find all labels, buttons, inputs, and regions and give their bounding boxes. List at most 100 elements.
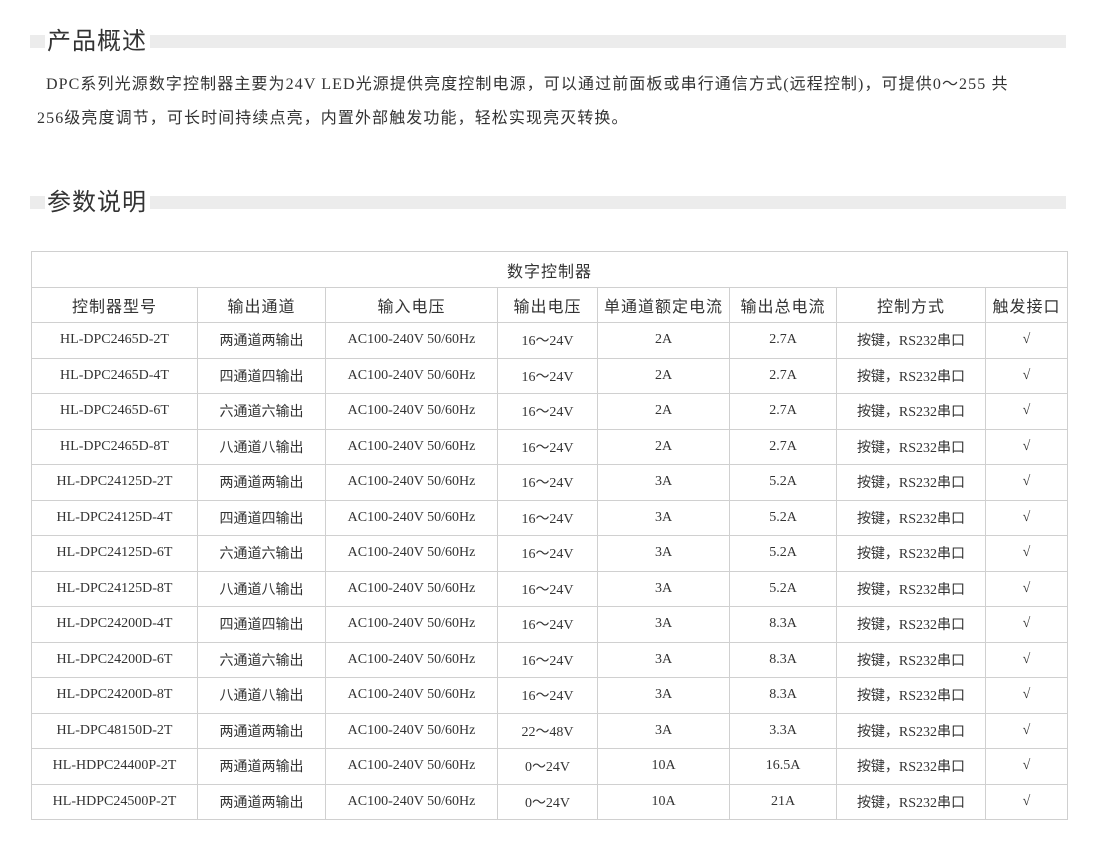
- table-row: HL-DPC2465D-8T 八通道八输出 AC100-240V 50/60Hz 16…: [31, 428, 1069, 465]
- overview-paragraph-line: 256级亮度调节，可长时间持续点亮，内置外部触发功能，轻松实现亮灭转换。: [37, 110, 629, 127]
- cell-control-method: 按键，RS232串口: [836, 748, 986, 785]
- cell-output-voltage: 16～24V: [497, 499, 598, 536]
- cell-output-voltage: 16～24V: [497, 677, 598, 714]
- table-header-row: 控制器型号 输出通道 输入电压 输出电压 单通道额定电流 输出总电流 控制方式 …: [31, 287, 1069, 323]
- cell-output-voltage: 16～24V: [497, 322, 598, 359]
- cell-control-method: 按键，RS232串口: [836, 428, 986, 465]
- cell-input-voltage: AC100-240V 50/60Hz: [325, 712, 498, 749]
- cell-output-channels: 八通道八输出: [197, 428, 326, 465]
- cell-control-method: 按键，RS232串口: [836, 499, 986, 536]
- cell-control-method: 按键，RS232串口: [836, 357, 986, 394]
- cell-model: HL-DPC2465D-4T: [31, 357, 198, 394]
- table-caption-row: 数字控制器: [30, 251, 1069, 288]
- cell-total-output-current: 8.3A: [729, 641, 837, 678]
- cell-output-voltage: 16～24V: [497, 464, 598, 501]
- cell-output-voltage: 22～48V: [497, 712, 598, 749]
- cell-control-method: 按键，RS232串口: [836, 535, 986, 572]
- cell-control-method: 按键，RS232串口: [836, 393, 986, 430]
- cell-model: HL-HDPC24400P-2T: [31, 748, 198, 785]
- cell-trigger-interface: √: [984, 641, 1069, 678]
- cell-model: HL-DPC24200D-4T: [31, 606, 198, 643]
- cell-output-channels: 六通道六输出: [197, 641, 326, 678]
- table-row: HL-HDPC24400P-2T 两通道两输出 AC100-240V 50/60Hz…: [31, 748, 1069, 785]
- cell-total-output-current: 3.3A: [729, 712, 837, 749]
- cell-total-output-current: 21A: [729, 783, 837, 820]
- cell-output-voltage: 16～24V: [497, 357, 598, 394]
- cell-input-voltage: AC100-240V 50/60Hz: [325, 464, 498, 501]
- cell-output-channels: 八通道八输出: [197, 570, 326, 607]
- cell-output-channels: 四通道四输出: [197, 357, 326, 394]
- cell-input-voltage: AC100-240V 50/60Hz: [325, 570, 498, 607]
- table-row: HL-DPC24200D-6T 六通道六输出 AC100-240V 50/60Hz 1…: [31, 641, 1069, 678]
- cell-input-voltage: AC100-240V 50/60Hz: [325, 428, 498, 465]
- cell-output-voltage: 0～24V: [497, 748, 598, 785]
- header-channel-rated-current: 单通道额定电流: [597, 287, 730, 323]
- header-output-voltage: 输出电压: [497, 287, 598, 323]
- cell-control-method: 按键，RS232串口: [836, 606, 986, 643]
- cell-trigger-interface: √: [984, 535, 1069, 572]
- cell-control-method: 按键，RS232串口: [836, 322, 986, 359]
- cell-output-voltage: 0～24V: [497, 783, 598, 820]
- params-title: 参数说明: [45, 188, 150, 218]
- cell-control-method: 按键，RS232串口: [836, 641, 986, 678]
- cell-trigger-interface: √: [984, 322, 1069, 359]
- cell-output-voltage: 16～24V: [497, 606, 598, 643]
- cell-output-channels: 六通道六输出: [197, 393, 326, 430]
- cell-output-channels: 两通道两输出: [197, 748, 326, 785]
- cell-total-output-current: 5.2A: [729, 464, 837, 501]
- cell-channel-rated-current: 2A: [597, 393, 730, 430]
- cell-trigger-interface: √: [984, 570, 1069, 607]
- header-output-channels: 输出通道: [197, 287, 326, 323]
- cell-input-voltage: AC100-240V 50/60Hz: [325, 783, 498, 820]
- cell-output-voltage: 16～24V: [497, 570, 598, 607]
- cell-input-voltage: AC100-240V 50/60Hz: [325, 499, 498, 536]
- overview-paragraph: DPC系列光源数字控制器主要为24V LED光源提供亮度控制电源，可以通过前面板…: [0, 68, 1100, 136]
- cell-trigger-interface: √: [984, 712, 1069, 749]
- cell-channel-rated-current: 3A: [597, 464, 730, 501]
- cell-output-voltage: 16～24V: [497, 535, 598, 572]
- cell-total-output-current: 5.2A: [729, 535, 837, 572]
- cell-input-voltage: AC100-240V 50/60Hz: [325, 606, 498, 643]
- cell-input-voltage: AC100-240V 50/60Hz: [325, 748, 498, 785]
- cell-channel-rated-current: 3A: [597, 499, 730, 536]
- cell-model: HL-DPC2465D-8T: [31, 428, 198, 465]
- table-row: HL-DPC48150D-2T 两通道两输出 AC100-240V 50/60Hz 2…: [31, 712, 1069, 749]
- cell-model: HL-DPC24125D-8T: [31, 570, 198, 607]
- cell-channel-rated-current: 3A: [597, 677, 730, 714]
- cell-channel-rated-current: 2A: [597, 322, 730, 359]
- cell-control-method: 按键，RS232串口: [836, 712, 986, 749]
- header-model: 控制器型号: [31, 287, 198, 323]
- cell-output-channels: 两通道两输出: [197, 464, 326, 501]
- cell-input-voltage: AC100-240V 50/60Hz: [325, 357, 498, 394]
- cell-total-output-current: 2.7A: [729, 357, 837, 394]
- cell-channel-rated-current: 3A: [597, 570, 730, 607]
- cell-input-voltage: AC100-240V 50/60Hz: [325, 322, 498, 359]
- cell-trigger-interface: √: [984, 464, 1069, 501]
- table-row: HL-DPC24125D-4T 四通道四输出 AC100-240V 50/60Hz 1…: [31, 499, 1069, 536]
- cell-input-voltage: AC100-240V 50/60Hz: [325, 393, 498, 430]
- cell-model: HL-DPC24125D-2T: [31, 464, 198, 501]
- cell-model: HL-DPC24200D-8T: [31, 677, 198, 714]
- cell-input-voltage: AC100-240V 50/60Hz: [325, 535, 498, 572]
- cell-output-channels: 两通道两输出: [197, 322, 326, 359]
- table-body: HL-DPC2465D-2T 两通道两输出 AC100-240V 50/60Hz 16…: [31, 322, 1069, 820]
- cell-trigger-interface: √: [984, 748, 1069, 785]
- header-total-output-current: 输出总电流: [729, 287, 837, 323]
- cell-total-output-current: 5.2A: [729, 570, 837, 607]
- cell-model: HL-DPC24125D-6T: [31, 535, 198, 572]
- cell-output-channels: 六通道六输出: [197, 535, 326, 572]
- header-control-method: 控制方式: [836, 287, 986, 323]
- cell-output-channels: 四通道四输出: [197, 606, 326, 643]
- table-caption: 数字控制器: [30, 251, 1069, 288]
- cell-channel-rated-current: 10A: [597, 748, 730, 785]
- cell-output-channels: 八通道八输出: [197, 677, 326, 714]
- cell-total-output-current: 8.3A: [729, 606, 837, 643]
- table-row: HL-DPC24125D-2T 两通道两输出 AC100-240V 50/60Hz 1…: [31, 464, 1069, 501]
- cell-channel-rated-current: 3A: [597, 712, 730, 749]
- table-row: HL-DPC2465D-2T 两通道两输出 AC100-240V 50/60Hz 16…: [31, 322, 1069, 359]
- overview-paragraph-line: DPC系列光源数字控制器主要为24V LED光源提供亮度控制电源，可以通过前面板…: [46, 76, 1009, 93]
- cell-output-channels: 两通道两输出: [197, 712, 326, 749]
- cell-channel-rated-current: 2A: [597, 428, 730, 465]
- cell-total-output-current: 8.3A: [729, 677, 837, 714]
- table-row: HL-DPC2465D-6T 六通道六输出 AC100-240V 50/60Hz 16…: [31, 393, 1069, 430]
